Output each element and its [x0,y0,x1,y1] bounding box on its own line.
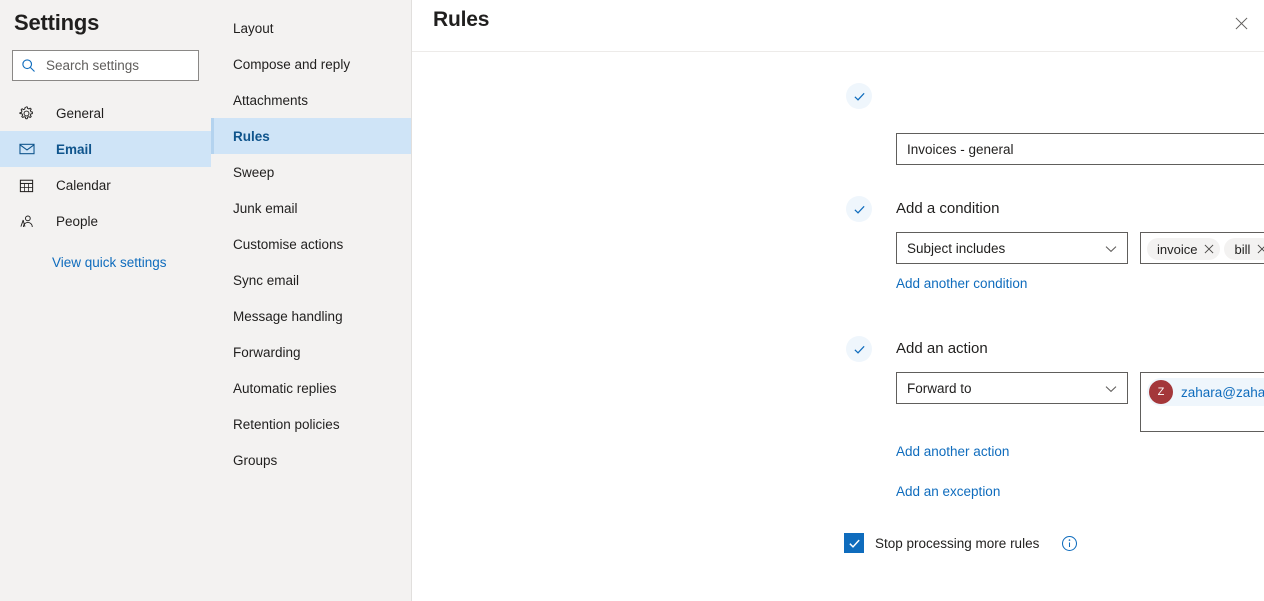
check-icon [853,92,865,101]
nav-item-label: Rules [233,128,270,144]
nav-item-label: Sweep [233,164,275,180]
avatar: Z [1149,380,1173,404]
search-settings-box[interactable] [12,50,199,81]
stop-processing-row: Stop processing more rules [844,533,1078,553]
action-type-value: Forward to [907,380,972,396]
rule-name-check-badge [846,83,872,109]
nav-item-rules[interactable]: Rules [211,118,411,154]
nav-item-forwarding[interactable]: Forwarding [211,334,411,370]
nav-item-sweep[interactable]: Sweep [211,154,411,190]
check-icon [853,205,865,214]
nav-item-automatic-replies[interactable]: Automatic replies [211,370,411,406]
add-another-condition-link[interactable]: Add another condition [896,276,1027,291]
stop-processing-label: Stop processing more rules [875,535,1040,551]
nav-item-label: Sync email [233,272,300,288]
condition-type-dropdown[interactable]: Subject includes [896,232,1128,264]
condition-tag-label: bill [1234,241,1251,257]
nav-item-label: Groups [233,452,278,468]
sidebar-nav: General Email Calendar People [0,95,211,239]
panel-header: Rules [412,0,1264,52]
remove-tag-icon[interactable] [1257,244,1264,254]
nav-item-label: Message handling [233,308,343,324]
stop-processing-checkbox[interactable] [844,533,864,553]
condition-tag-label: invoice [1157,241,1198,257]
close-icon [1235,17,1247,29]
settings-title: Settings [14,10,100,35]
nav-item-message-handling[interactable]: Message handling [211,298,411,334]
nav-item-sync-email[interactable]: Sync email [211,262,411,298]
condition-type-value: Subject includes [907,240,1006,256]
settings-dialog: Settings General [0,0,1264,601]
sidebar-item-people[interactable]: People [0,203,211,239]
nav-item-label: Compose and reply [233,56,351,72]
calendar-icon [18,177,38,194]
recipient-email: zahara@zaharamail.com [1181,384,1264,400]
sidebar-item-label: Email [56,141,93,157]
recipient-pill[interactable]: Z zahara@zaharamail.com [1147,378,1264,406]
nav-item-label: Attachments [233,92,309,108]
checkmark-icon [848,539,860,548]
settings-sidebar: Settings General [0,0,211,601]
nav-item-label: Customise actions [233,236,344,252]
close-button[interactable] [1224,6,1258,40]
add-another-action-link[interactable]: Add another action [896,444,1009,459]
person-icon [18,213,38,230]
envelope-icon [18,140,38,158]
chevron-down-icon [1105,381,1117,396]
recipient-box[interactable]: Z zahara@zaharamail.com [1140,372,1264,432]
condition-check-badge [846,196,872,222]
view-quick-settings-link[interactable]: View quick settings [0,255,211,270]
nav-item-junk-email[interactable]: Junk email [211,190,411,226]
remove-tag-icon[interactable] [1204,244,1214,254]
nav-item-customise-actions[interactable]: Customise actions [211,226,411,262]
nav-item-label: Retention policies [233,416,340,432]
gear-icon [18,105,38,122]
search-icon [21,58,39,73]
action-type-dropdown[interactable]: Forward to [896,372,1128,404]
chevron-down-icon [1105,241,1117,256]
action-heading: Add an action [896,340,988,357]
nav-item-retention-policies[interactable]: Retention policies [211,406,411,442]
info-icon[interactable] [1061,535,1078,552]
sidebar-item-label: General [56,105,105,121]
nav-item-layout[interactable]: Layout [211,10,411,46]
condition-tag[interactable]: bill [1224,238,1264,260]
sidebar-item-label: Calendar [56,177,111,193]
sidebar-item-label: People [56,213,99,229]
rules-panel: Rules Invoices - general Add a condition… [412,0,1264,601]
rule-name-input[interactable] [896,133,1264,165]
condition-tag[interactable]: invoice [1147,238,1221,260]
nav-item-label: Layout [233,20,274,36]
nav-item-compose-and-reply[interactable]: Compose and reply [211,46,411,82]
add-an-exception-link[interactable]: Add an exception [896,484,1000,499]
page-title: Rules [433,8,490,31]
sidebar-item-general[interactable]: General [0,95,211,131]
sidebar-item-calendar[interactable]: Calendar [0,167,211,203]
search-input[interactable] [39,57,190,74]
nav-item-label: Automatic replies [233,380,337,396]
action-check-badge [846,336,872,362]
nav-item-attachments[interactable]: Attachments [211,82,411,118]
check-icon [853,345,865,354]
email-settings-nav: Layout Compose and reply Attachments Rul… [211,0,412,601]
condition-heading: Add a condition [896,200,1000,217]
nav-item-label: Junk email [233,200,298,216]
condition-values-box[interactable]: invoice bill [1140,232,1264,264]
nav-item-label: Forwarding [233,344,301,360]
sidebar-item-email[interactable]: Email [0,131,211,167]
nav-item-groups[interactable]: Groups [211,442,411,478]
